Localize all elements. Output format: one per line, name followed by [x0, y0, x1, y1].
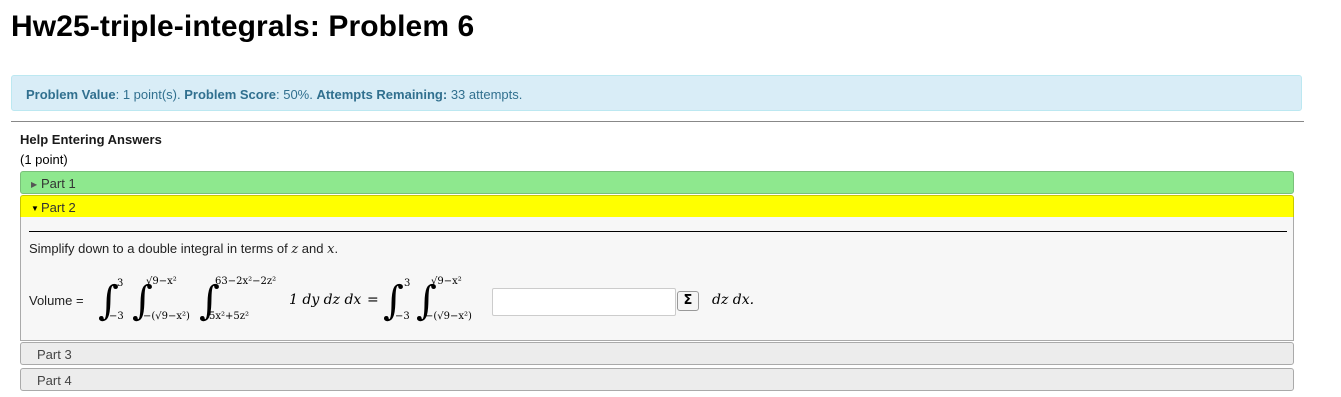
z-lower-limit: −(√9−x²): [143, 311, 190, 322]
integrand: 1 dy dz dx: [289, 292, 362, 308]
part-2-body: Simplify down to a double integral in te…: [20, 217, 1294, 341]
volume-label: Volume =: [29, 293, 84, 308]
part-2-instruction: Simplify down to a double integral in te…: [29, 241, 338, 257]
equals-sign: =: [367, 292, 379, 308]
problem-points: (1 point): [20, 152, 68, 167]
part-1-header[interactable]: ▶ Part 1: [20, 171, 1294, 194]
problem-value-label: Problem Value: [26, 87, 116, 102]
part-1-label: Part 1: [41, 176, 76, 191]
problem-status-bar: Problem Value: 1 point(s). Problem Score…: [11, 75, 1302, 111]
z-upper-limit-2: √9−x²: [431, 276, 462, 287]
y-lower-limit: 5x²+5z²: [209, 311, 250, 322]
instruction-end: .: [334, 241, 339, 256]
part-2-divider: [29, 231, 1287, 232]
x-upper-limit: 3: [117, 278, 124, 289]
answer-input[interactable]: [492, 288, 676, 316]
differentials: dz dx.: [712, 292, 755, 308]
instruction-and: and: [298, 241, 328, 256]
triangle-right-icon: ▶: [31, 180, 38, 189]
y-upper-limit: 63−2x²−2z²: [215, 276, 277, 287]
page-title: Hw25-triple-integrals: Problem 6: [11, 10, 475, 43]
part-3-header[interactable]: Part 3: [20, 342, 1294, 365]
part-4-header[interactable]: Part 4: [20, 368, 1294, 391]
z-lower-limit-2: −(√9−x²): [425, 311, 472, 322]
triangle-down-icon: ▼: [31, 204, 39, 213]
x-lower-limit: −3: [109, 311, 124, 322]
part-2-header[interactable]: ▼ Part 2: [20, 195, 1294, 218]
x-lower-limit-2: −3: [395, 311, 410, 322]
instruction-text: Simplify down to a double integral in te…: [29, 241, 292, 256]
part-2-label: Part 2: [41, 200, 76, 215]
z-upper-limit: √9−x²: [146, 276, 177, 287]
attempts-remaining-label: Attempts Remaining:: [316, 87, 448, 102]
attempts-remaining-text: 33 attempts.: [447, 87, 523, 102]
problem-score-label: Problem Score: [184, 87, 276, 102]
help-entering-answers-link[interactable]: Help Entering Answers: [20, 132, 162, 147]
x-upper-limit-2: 3: [404, 278, 411, 289]
equation-editor-button[interactable]: Σ: [677, 291, 699, 311]
problem-value-text: : 1 point(s).: [115, 87, 185, 102]
divider: [11, 121, 1304, 122]
problem-score-text: : 50%.: [276, 87, 317, 102]
